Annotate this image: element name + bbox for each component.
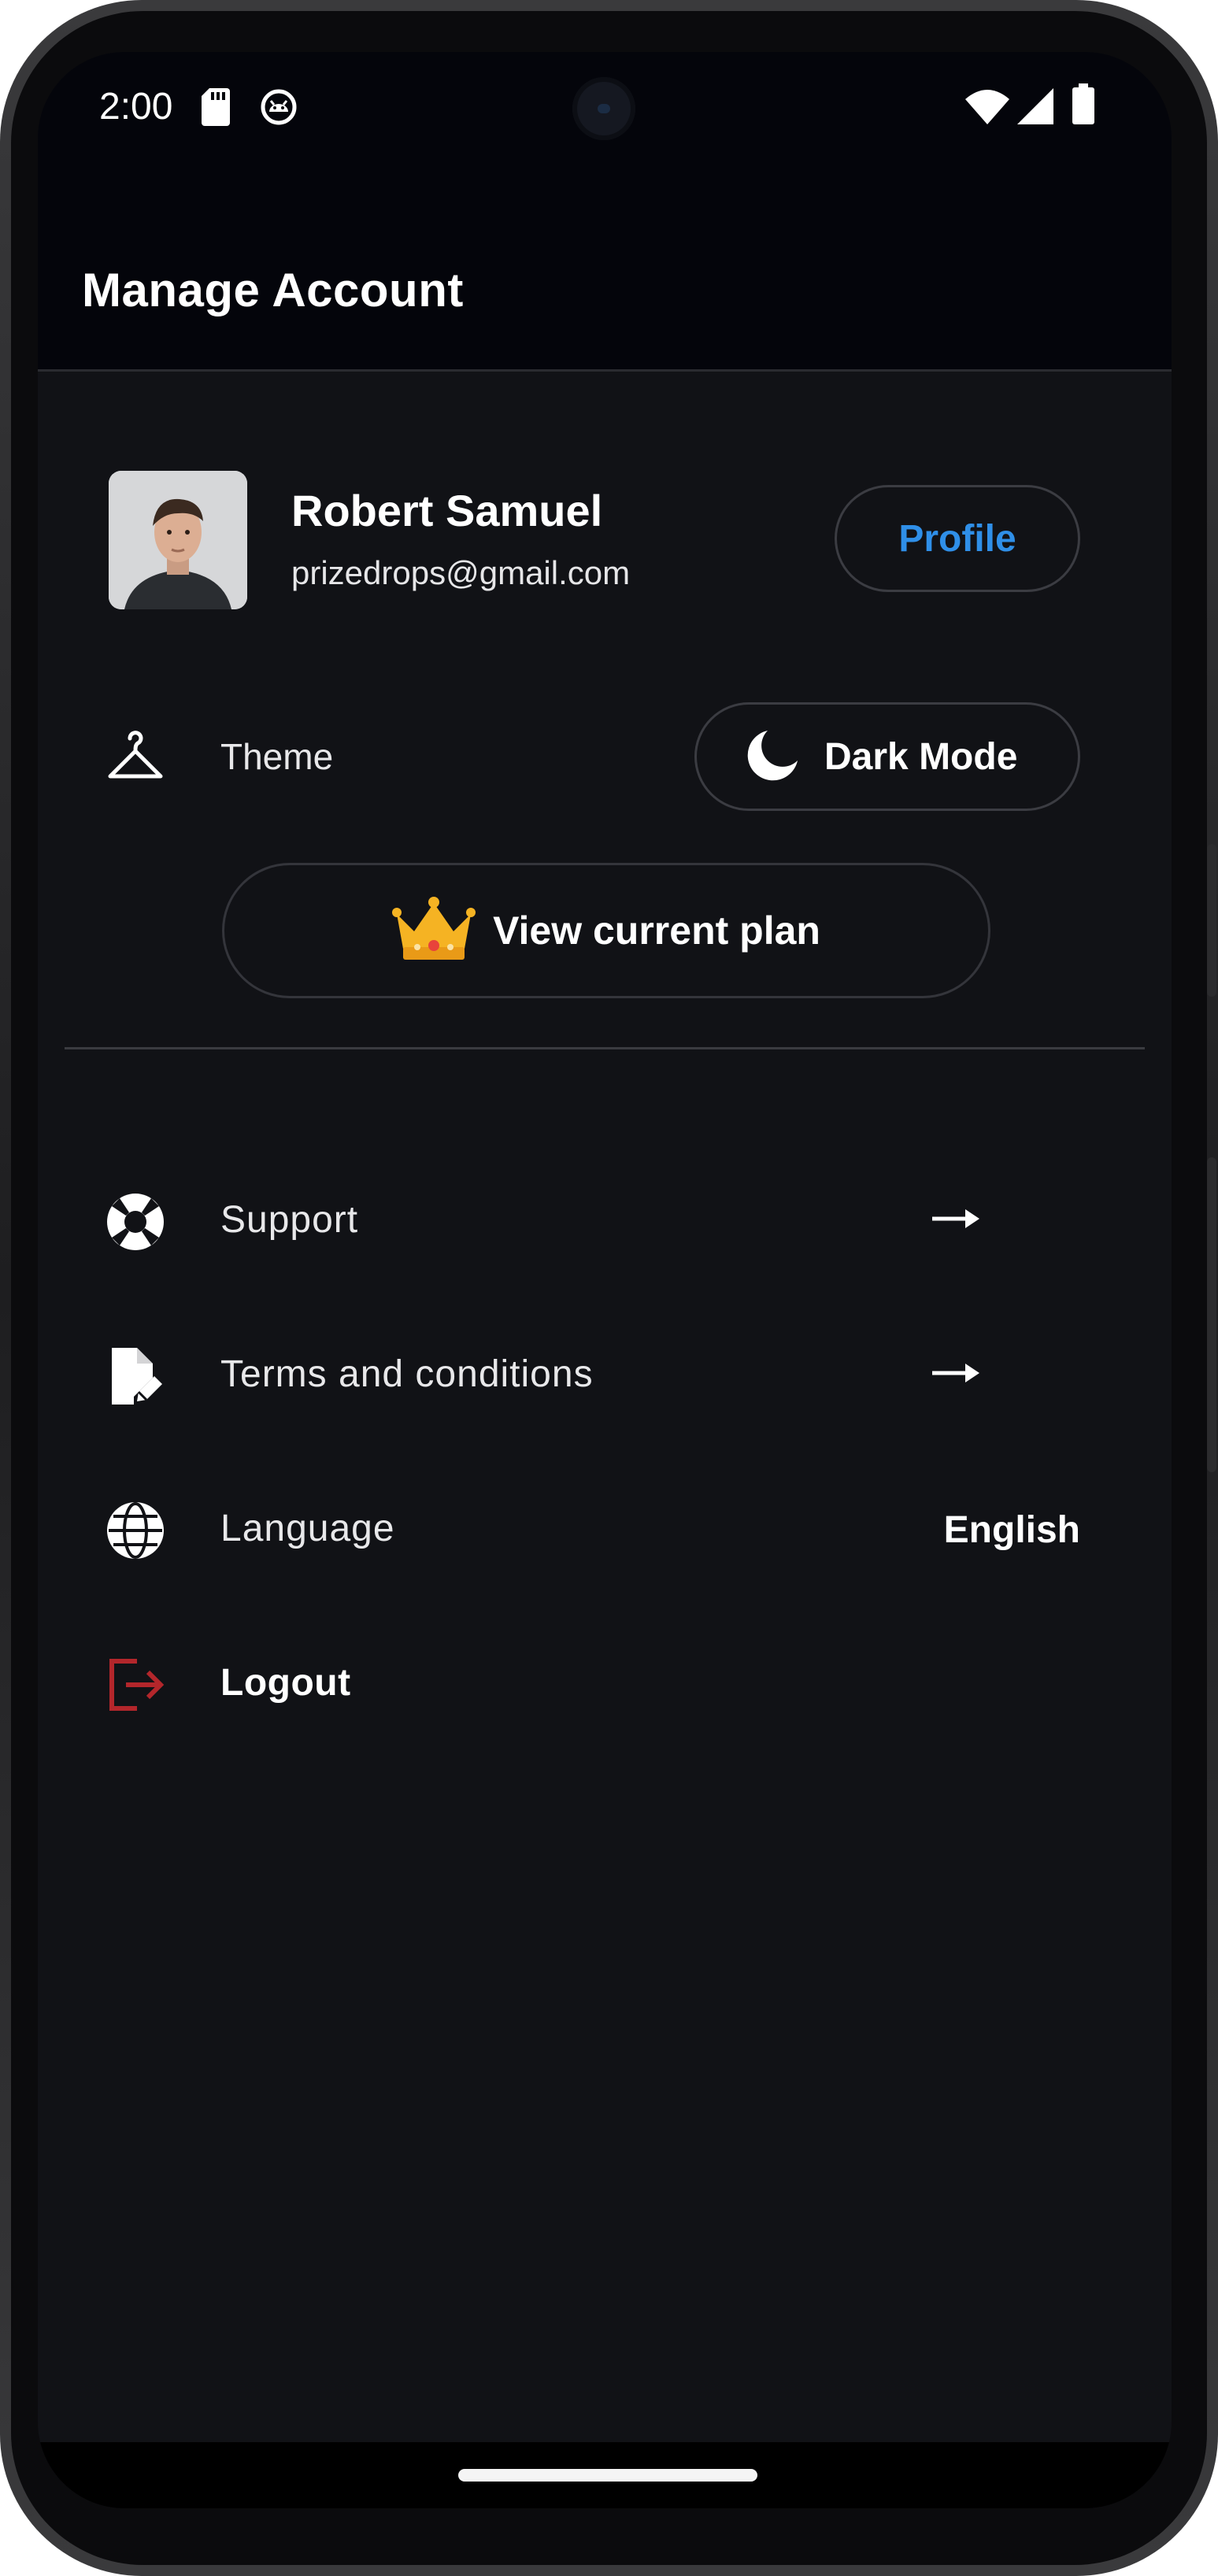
- screen: 2:00 Manage Account Robert Samuel prized…: [38, 52, 1172, 2508]
- app-bar: Manage Account: [38, 162, 1172, 372]
- globe-icon: [106, 1501, 165, 1564]
- menu-item-logout[interactable]: Logout: [38, 1623, 1172, 1741]
- language-value: English: [943, 1509, 1080, 1551]
- document-edit-icon: [106, 1346, 165, 1410]
- cell-signal-icon: [1017, 88, 1053, 128]
- lifebuoy-icon: [106, 1192, 165, 1256]
- avatar: [109, 471, 247, 609]
- phone-frame: 2:00 Manage Account Robert Samuel prized…: [0, 0, 1218, 2576]
- theme-label: Theme: [220, 736, 334, 777]
- moon-icon: [747, 729, 799, 785]
- arrow-right-icon: [931, 1360, 981, 1390]
- menu-item-label: Support: [220, 1199, 359, 1241]
- user-name: Robert Samuel: [291, 486, 603, 535]
- menu-item-label: Terms and conditions: [220, 1353, 594, 1395]
- view-plan-button[interactable]: View current plan: [222, 863, 990, 998]
- dark-mode-button[interactable]: Dark Mode: [694, 702, 1080, 811]
- page-title: Manage Account: [82, 264, 464, 316]
- user-email: prizedrops@gmail.com: [291, 554, 631, 591]
- dark-mode-label: Dark Mode: [824, 735, 1018, 778]
- menu-item-support[interactable]: Support: [38, 1160, 1172, 1279]
- section-divider: [65, 1047, 1145, 1049]
- navigation-bar: [38, 2442, 1172, 2508]
- view-plan-label: View current plan: [493, 909, 820, 953]
- logout-icon: [106, 1655, 165, 1719]
- volume-button: [1207, 844, 1216, 997]
- arrow-right-icon: [931, 1206, 981, 1235]
- front-camera: [572, 77, 635, 140]
- menu-item-label: Language: [220, 1508, 395, 1549]
- profile-button[interactable]: Profile: [835, 485, 1080, 592]
- home-indicator[interactable]: [458, 2469, 757, 2482]
- crown-icon: [392, 896, 476, 965]
- sd-card-icon: [202, 88, 230, 130]
- hanger-icon: [106, 727, 165, 791]
- wifi-icon: [965, 90, 1009, 128]
- status-bar: 2:00: [38, 52, 1172, 162]
- battery-icon: [1072, 83, 1094, 128]
- menu-item-label: Logout: [220, 1662, 351, 1704]
- android-debug-icon: [260, 88, 298, 130]
- status-time: 2:00: [99, 86, 173, 128]
- menu-item-terms[interactable]: Terms and conditions: [38, 1315, 1172, 1433]
- power-button: [1207, 1157, 1216, 1472]
- menu-item-language[interactable]: Language English: [38, 1469, 1172, 1587]
